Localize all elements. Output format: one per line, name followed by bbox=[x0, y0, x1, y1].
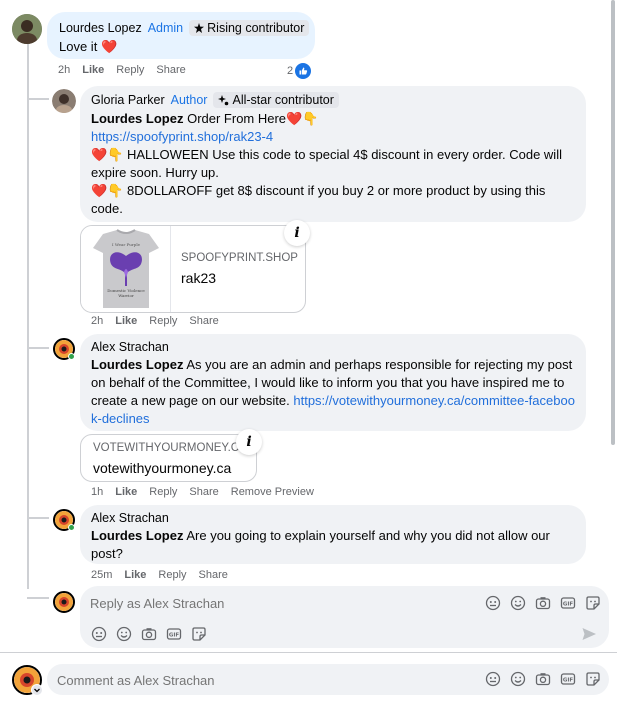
chevron-down-icon bbox=[34, 688, 40, 693]
mention-link[interactable]: Lourdes Lopez bbox=[91, 111, 183, 126]
share-button[interactable]: Share bbox=[156, 64, 185, 76]
share-button[interactable]: Share bbox=[199, 569, 228, 581]
preview-domain: SPOOFYPRINT.SHOP bbox=[181, 252, 298, 264]
camera-icon[interactable] bbox=[535, 595, 551, 611]
comment-actions-1: 2h Like Reply Share bbox=[58, 64, 186, 76]
reply-composer[interactable]: GIF GIF bbox=[80, 586, 609, 648]
emoji-icon[interactable] bbox=[510, 671, 526, 687]
sticker-icon[interactable] bbox=[191, 626, 207, 642]
svg-text:Warrior: Warrior bbox=[118, 293, 134, 298]
comment-text-line3: ❤️👇 HALLOWEEN Use this code to special 4… bbox=[91, 147, 562, 180]
avatar-alex[interactable] bbox=[53, 591, 75, 613]
gif-icon[interactable]: GIF bbox=[560, 671, 576, 687]
preview-title: rak23 bbox=[181, 270, 217, 286]
share-button[interactable]: Share bbox=[189, 315, 218, 327]
timestamp[interactable]: 1h bbox=[91, 486, 103, 498]
author-name[interactable]: Lourdes Lopez bbox=[59, 21, 142, 35]
contributor-badge: Rising contributor bbox=[189, 20, 310, 36]
reply-toolbar-top: GIF bbox=[485, 595, 601, 611]
avatar-icon[interactable] bbox=[91, 626, 107, 642]
comment-input[interactable] bbox=[57, 671, 437, 689]
avatar-lourdes[interactable] bbox=[12, 14, 42, 44]
author-name[interactable]: Alex Strachan bbox=[91, 340, 169, 354]
reply-toolbar-bottom: GIF bbox=[91, 626, 207, 642]
reply-button[interactable]: Reply bbox=[149, 486, 177, 498]
comment-actions-4: 25m Like Reply Share bbox=[91, 569, 228, 581]
heart-emoji: ❤️ bbox=[100, 39, 118, 54]
gif-icon[interactable]: GIF bbox=[560, 595, 576, 611]
thread-line-connector-4 bbox=[27, 597, 49, 599]
comment-text-line1: Order From Here❤️👇 bbox=[187, 111, 319, 126]
account-switch-chevron[interactable] bbox=[31, 684, 43, 696]
like-button[interactable]: Like bbox=[115, 486, 137, 498]
gif-icon[interactable]: GIF bbox=[166, 626, 182, 642]
reply-button[interactable]: Reply bbox=[158, 569, 186, 581]
comment-bubble-alex-2: Alex Strachan Lourdes Lopez Are you goin… bbox=[80, 505, 586, 564]
sticker-icon[interactable] bbox=[585, 595, 601, 611]
comment-actions-2: 2h Like Reply Share bbox=[91, 315, 219, 327]
mention-link[interactable]: Lourdes Lopez bbox=[91, 528, 183, 543]
like-button[interactable]: Like bbox=[82, 64, 104, 76]
comment-bubble-lourdes: Lourdes Lopez Admin Rising contributor L… bbox=[47, 12, 315, 59]
timestamp[interactable]: 25m bbox=[91, 569, 112, 581]
thread-line-main bbox=[27, 44, 29, 589]
thread-line-connector-3 bbox=[27, 517, 49, 519]
svg-text:I Wear Purple: I Wear Purple bbox=[112, 242, 141, 247]
svg-text:GIF: GIF bbox=[563, 602, 574, 608]
emoji-icon[interactable] bbox=[510, 595, 526, 611]
role-label: Author bbox=[170, 93, 208, 107]
reply-button[interactable]: Reply bbox=[116, 64, 144, 76]
share-button[interactable]: Share bbox=[189, 486, 218, 498]
thread-line-connector-1 bbox=[27, 98, 49, 100]
thread-line-connector-2 bbox=[27, 347, 49, 349]
reply-button[interactable]: Reply bbox=[149, 315, 177, 327]
svg-text:GIF: GIF bbox=[563, 678, 574, 684]
comment-bubble-gloria: Gloria Parker Author All-star contributo… bbox=[80, 86, 586, 222]
preview-title: votewithyourmoney.ca bbox=[93, 460, 232, 476]
link-preview-spoofyprint[interactable]: I Wear Purple Domestic Violence Warrior … bbox=[80, 225, 306, 313]
like-button[interactable]: Like bbox=[115, 315, 137, 327]
reaction-count[interactable]: 2 bbox=[287, 63, 312, 79]
comment-actions-3: 1h Like Reply Share Remove Preview bbox=[91, 486, 314, 498]
comment-text: Love it bbox=[59, 39, 98, 54]
info-icon[interactable]: i bbox=[236, 429, 262, 455]
camera-icon[interactable] bbox=[535, 671, 551, 687]
contributor-badge: All-star contributor bbox=[213, 92, 339, 108]
comment-bubble-alex-1: Alex Strachan Lourdes Lopez As you are a… bbox=[80, 334, 586, 431]
like-reaction-icon bbox=[295, 63, 312, 79]
divider bbox=[0, 652, 617, 653]
send-icon[interactable] bbox=[581, 626, 597, 642]
avatar-gloria[interactable] bbox=[52, 89, 76, 113]
info-icon[interactable]: i bbox=[284, 220, 310, 246]
svg-text:GIF: GIF bbox=[169, 633, 180, 639]
link-preview-votewithyourmoney[interactable]: VOTEWITHYOURMONEY.C... votewithyourmoney… bbox=[80, 434, 257, 482]
preview-domain: VOTEWITHYOURMONEY.C... bbox=[93, 442, 243, 454]
online-indicator bbox=[68, 524, 75, 531]
timestamp[interactable]: 2h bbox=[91, 315, 103, 327]
author-name[interactable]: Gloria Parker bbox=[91, 93, 165, 107]
online-indicator bbox=[68, 353, 75, 360]
timestamp[interactable]: 2h bbox=[58, 64, 70, 76]
remove-preview-button[interactable]: Remove Preview bbox=[231, 486, 314, 498]
comment-composer[interactable]: GIF bbox=[47, 664, 609, 695]
like-button[interactable]: Like bbox=[124, 569, 146, 581]
preview-thumbnail: I Wear Purple Domestic Violence Warrior bbox=[81, 226, 171, 312]
shop-link[interactable]: https://spoofyprint.shop/rak23-4 bbox=[91, 129, 273, 144]
comment-text-line4: ❤️👇 8DOLLAROFF get 8$ discount if you bu… bbox=[91, 183, 546, 216]
camera-icon[interactable] bbox=[141, 626, 157, 642]
mention-link[interactable]: Lourdes Lopez bbox=[91, 357, 183, 372]
sparkle-icon bbox=[218, 94, 229, 105]
star-icon bbox=[194, 23, 205, 33]
comment-toolbar: GIF bbox=[485, 671, 601, 687]
avatar-icon[interactable] bbox=[485, 671, 501, 687]
role-label: Admin bbox=[147, 21, 184, 35]
author-name[interactable]: Alex Strachan bbox=[91, 511, 169, 525]
emoji-icon[interactable] bbox=[116, 626, 132, 642]
reply-input[interactable] bbox=[90, 594, 470, 612]
avatar-icon[interactable] bbox=[485, 595, 501, 611]
scrollbar[interactable] bbox=[611, 0, 615, 445]
sticker-icon[interactable] bbox=[585, 671, 601, 687]
